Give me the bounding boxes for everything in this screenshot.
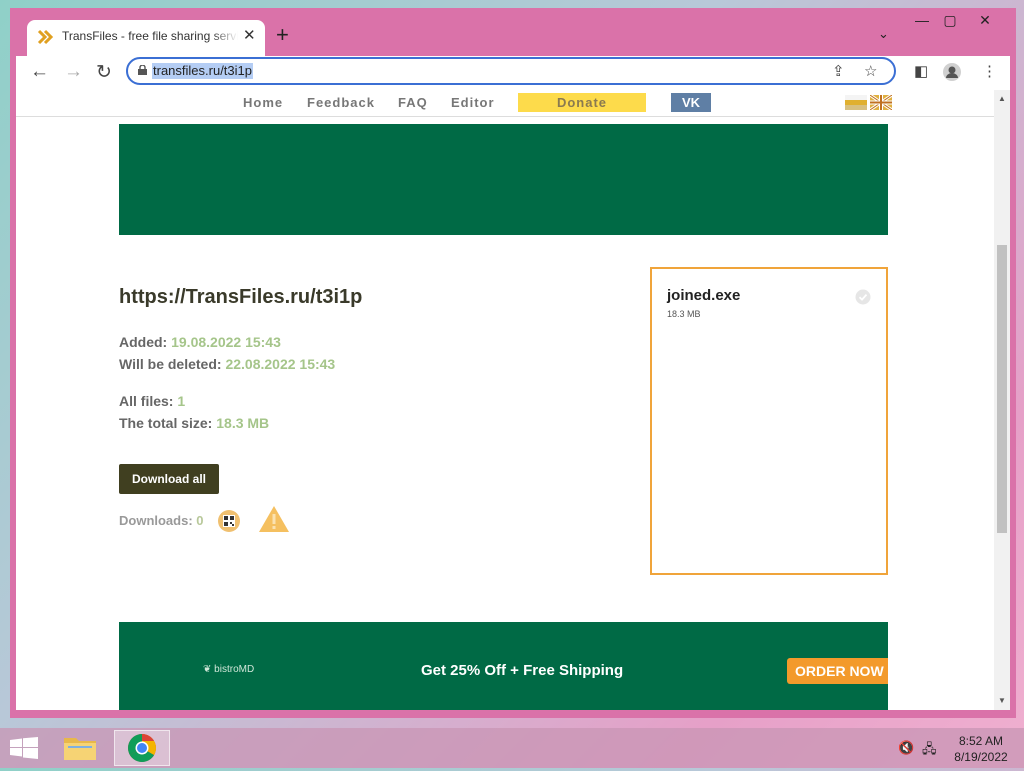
deleted-row: Will be deleted: 22.08.2022 15:43: [119, 356, 335, 372]
downloads-label: Downloads:: [119, 513, 193, 528]
transfiles-logo-icon: [37, 29, 54, 45]
nav-feedback[interactable]: Feedback: [307, 95, 375, 110]
browser-tab[interactable]: TransFiles - free file sharing service ✕: [27, 20, 265, 58]
clock-time: 8:52 AM: [958, 734, 1004, 748]
deleted-value: 22.08.2022 15:43: [225, 356, 336, 372]
file-name[interactable]: joined.exe: [667, 287, 740, 304]
file-size: 18.3 MB: [667, 309, 701, 319]
nav-editor[interactable]: Editor: [451, 95, 495, 110]
vk-button[interactable]: VK: [671, 93, 711, 112]
new-tab-button[interactable]: +: [276, 22, 289, 48]
qr-code-icon[interactable]: [218, 510, 240, 532]
tab-search-icon[interactable]: ⌄: [878, 26, 889, 42]
size-row: The total size: 18.3 MB: [119, 415, 269, 431]
page-viewport: Home Feedback FAQ Editor Donate VK https…: [16, 90, 994, 710]
url-text[interactable]: transfiles.ru/t3i1p: [152, 63, 253, 79]
taskbar: 🔇 🖧 8:52 AM 8/19/2022: [0, 728, 1024, 768]
browser-toolbar: ← → ↻ transfiles.ru/t3i1p ⇪ ☆ ◧ ⋮: [16, 56, 1010, 90]
windows-start-icon[interactable]: [10, 737, 38, 759]
forward-arrow-icon[interactable]: →: [64, 61, 83, 83]
order-now-button[interactable]: ORDER NOW: [787, 658, 888, 684]
page-scrollbar[interactable]: ▲ ▼: [994, 90, 1010, 710]
files-value: 1: [177, 393, 186, 409]
system-clock[interactable]: 8:52 AM 8/19/2022: [948, 733, 1014, 765]
scroll-thumb[interactable]: [997, 245, 1007, 533]
downloads-count: Downloads: 0: [119, 513, 204, 528]
volume-muted-icon[interactable]: 🔇: [898, 740, 914, 756]
share-link-title[interactable]: https://TransFiles.ru/t3i1p: [119, 286, 362, 309]
title-bar: TransFiles - free file sharing service ✕…: [10, 8, 1016, 58]
ad-offer-text: Get 25% Off + Free Shipping: [421, 662, 624, 679]
russian-flag-icon[interactable]: [845, 95, 867, 110]
tab-title: TransFiles - free file sharing service: [62, 29, 238, 43]
file-list-panel: joined.exe 18.3 MB: [650, 267, 888, 575]
taskbar-file-explorer[interactable]: [52, 730, 108, 766]
taskbar-chrome[interactable]: [114, 730, 170, 766]
share-icon[interactable]: ⇪: [832, 62, 845, 80]
bistromd-logo: ❦ bistroMD: [203, 664, 254, 675]
network-icon[interactable]: 🖧: [922, 740, 937, 762]
minimize-button[interactable]: —: [907, 12, 937, 28]
scroll-up-icon[interactable]: ▲: [998, 94, 1006, 103]
ad-brand: bistroMD: [214, 664, 255, 675]
menu-kebab-icon[interactable]: ⋮: [982, 62, 997, 80]
ad-banner-top[interactable]: [119, 124, 888, 235]
address-bar[interactable]: transfiles.ru/t3i1p ⇪ ☆: [126, 57, 896, 85]
reload-icon[interactable]: ↻: [96, 61, 112, 84]
restore-button[interactable]: ▢: [935, 12, 965, 29]
added-label: Added:: [119, 334, 168, 350]
downloads-value: 0: [196, 513, 204, 528]
report-warning-icon[interactable]: [258, 504, 290, 534]
folder-icon: [64, 738, 96, 760]
size-value: 18.3 MB: [216, 415, 270, 431]
checkmark-icon: [855, 289, 871, 305]
scroll-down-icon[interactable]: ▼: [998, 696, 1006, 705]
close-window-button[interactable]: ✕: [970, 12, 1000, 29]
added-row: Added: 19.08.2022 15:43: [119, 334, 281, 350]
size-label: The total size:: [119, 415, 213, 431]
ad-banner-bottom[interactable]: ❦ bistroMD Get 25% Off + Free Shipping O…: [119, 622, 888, 710]
nav-faq[interactable]: FAQ: [398, 95, 428, 110]
leaf-icon: ❦: [203, 664, 212, 675]
back-arrow-icon[interactable]: ←: [30, 61, 49, 83]
bookmark-star-icon[interactable]: ☆: [864, 62, 877, 80]
lock-icon: [138, 65, 147, 75]
side-panel-icon[interactable]: ◧: [914, 62, 928, 80]
deleted-label: Will be deleted:: [119, 356, 222, 372]
download-all-button[interactable]: Download all: [119, 464, 219, 494]
uk-flag-icon[interactable]: [870, 95, 892, 110]
added-value: 19.08.2022 15:43: [171, 334, 281, 350]
profile-avatar-icon[interactable]: [942, 62, 962, 82]
files-label: All files:: [119, 393, 174, 409]
clock-date: 8/19/2022: [954, 750, 1008, 764]
site-nav: Home Feedback FAQ Editor Donate VK: [16, 90, 994, 117]
files-row: All files: 1: [119, 393, 185, 409]
nav-home[interactable]: Home: [243, 95, 283, 110]
browser-window: TransFiles - free file sharing service ✕…: [10, 8, 1016, 718]
donate-button[interactable]: Donate: [518, 93, 646, 112]
tab-close-icon[interactable]: ✕: [243, 26, 256, 44]
chrome-icon: [128, 734, 156, 762]
